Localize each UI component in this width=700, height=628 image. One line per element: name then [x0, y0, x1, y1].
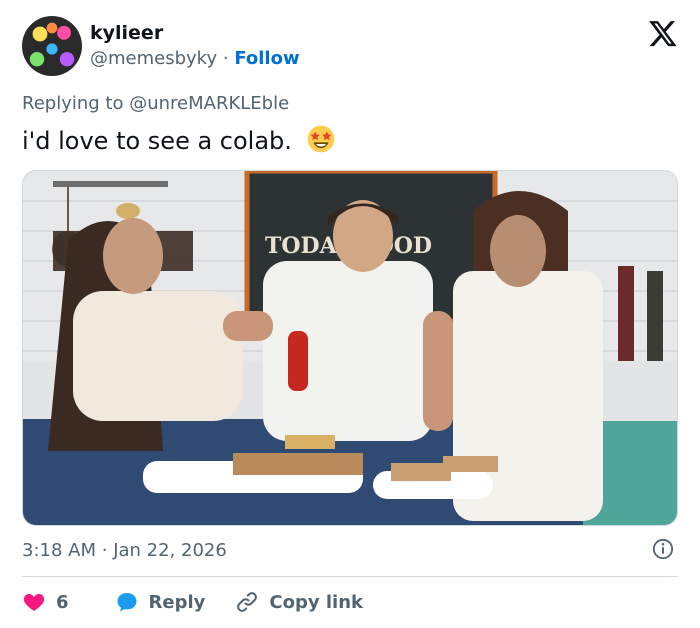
reply-bubble-icon: [117, 593, 137, 612]
reply-button[interactable]: Reply: [115, 590, 206, 614]
reply-label: Reply: [148, 591, 206, 613]
replying-to: Replying to @unreMARKLEble: [22, 93, 289, 114]
copy-link-label: Copy link: [269, 591, 363, 613]
timestamp-dot: ·: [101, 540, 108, 561]
author-name[interactable]: kylieer: [90, 22, 163, 44]
tweet-time: 3:18 AM: [22, 540, 96, 561]
tweet-text: i'd love to see a colab.: [22, 124, 336, 155]
star-struck-emoji-icon: [307, 125, 334, 153]
like-button[interactable]: 6: [22, 590, 69, 614]
tweet-timestamp[interactable]: 3:18 AM · Jan 22, 2026: [22, 540, 227, 561]
info-icon[interactable]: [652, 538, 674, 560]
replying-target[interactable]: @unreMARKLEble: [129, 93, 289, 114]
author-avatar[interactable]: [22, 16, 82, 76]
tweet-media-photo[interactable]: TODAY FOOD: [22, 170, 678, 526]
tweet-body: i'd love to see a colab.: [22, 127, 292, 155]
link-icon: [237, 592, 258, 612]
heart-icon: [23, 594, 45, 611]
tweet-date: Jan 22, 2026: [113, 540, 227, 561]
divider: [22, 576, 678, 577]
follow-button[interactable]: Follow: [234, 48, 299, 69]
author-handle[interactable]: @memesbyky: [90, 48, 217, 69]
replying-prefix: Replying to: [22, 93, 124, 114]
x-logo-icon[interactable]: [648, 18, 678, 48]
author-handle-row: @memesbyky · Follow: [90, 48, 300, 69]
separator-dot: ·: [222, 48, 229, 69]
like-count: 6: [56, 591, 69, 613]
tweet-actions: 6 Reply Copy link: [22, 588, 363, 616]
kitchen-photo: TODAY FOOD: [23, 171, 677, 525]
copy-link-button[interactable]: Copy link: [235, 590, 363, 614]
